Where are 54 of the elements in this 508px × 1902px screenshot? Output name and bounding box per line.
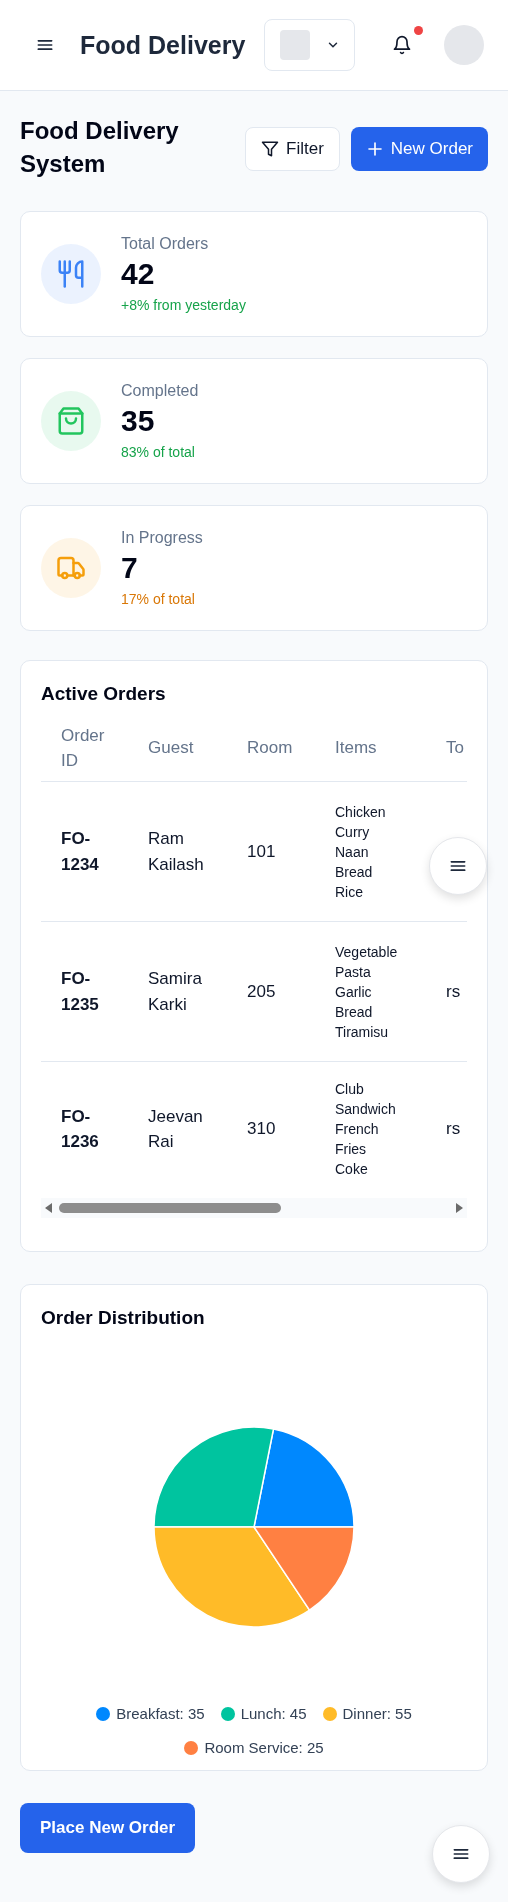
legend-label: Room Service: 25	[204, 1739, 324, 1756]
app-title: Food Delivery	[80, 30, 246, 60]
filter-button[interactable]: Filter	[245, 127, 340, 171]
table-cell: FO-1234	[41, 781, 128, 922]
stat-label: Completed	[121, 382, 199, 400]
table-cell: 205	[227, 921, 315, 1062]
stat-value: 7	[121, 551, 139, 585]
legend-label: Dinner: 55	[342, 1705, 412, 1722]
image-placeholder	[280, 30, 311, 60]
page-title: Food Delivery System	[20, 116, 180, 179]
plus-icon	[365, 140, 384, 158]
filter-icon	[261, 140, 280, 158]
column-header[interactable]: Items	[315, 715, 426, 782]
stat-note: 17% of total	[121, 591, 196, 607]
place-order-button[interactable]: Place New Order	[20, 1803, 196, 1853]
table-cell: Ram Kailash	[128, 781, 227, 922]
stat-note: +8% from yesterday	[121, 297, 246, 313]
table-cell: 310	[227, 1061, 315, 1196]
table-cell: rs	[426, 1061, 467, 1196]
stat-label: Total Orders	[121, 235, 210, 253]
legend-label: Breakfast: 35	[116, 1705, 205, 1722]
pie-slice[interactable]	[253, 1428, 355, 1528]
section-title: Order Distribution	[41, 1307, 206, 1329]
table-cell: Vegetable Pasta Garlic Bread Tiramisu	[315, 921, 426, 1062]
column-header[interactable]: Order ID	[41, 715, 128, 782]
pie-slice[interactable]	[153, 1526, 311, 1628]
horizontal-scrollbar[interactable]	[41, 1198, 467, 1218]
stat-note: 83% of total	[121, 444, 196, 460]
pie-slice[interactable]	[153, 1426, 275, 1528]
legend-label: Lunch: 45	[240, 1705, 307, 1722]
new-order-button[interactable]: New Order	[350, 127, 488, 171]
pie-slice[interactable]	[253, 1526, 355, 1611]
table-cell: Samira Karki	[128, 921, 227, 1062]
bell-icon	[392, 34, 412, 56]
stat-value: 35	[121, 404, 156, 438]
table-cell: Jeevan Rai	[128, 1061, 227, 1196]
section-title: Active Orders	[41, 683, 167, 705]
stat-label: In Progress	[121, 529, 203, 547]
table-cell: 101	[227, 781, 315, 922]
table-cell: Club Sandwich French Fries Coke	[315, 1061, 426, 1196]
menu-button[interactable]	[432, 1825, 490, 1883]
scroll-left-icon[interactable]	[45, 1203, 53, 1213]
column-header[interactable]: Room	[227, 715, 315, 782]
stat-value: 42	[121, 257, 156, 291]
column-header[interactable]: To	[426, 715, 467, 782]
fork-knife-icon	[56, 259, 86, 289]
table-cell: FO-1236	[41, 1061, 128, 1196]
table-cell: rs	[426, 921, 467, 1062]
shopping-bag-icon	[56, 406, 86, 436]
scroll-right-icon[interactable]	[455, 1203, 463, 1213]
menu-button[interactable]	[429, 837, 487, 895]
column-header[interactable]: Guest	[128, 715, 227, 782]
table-cell: FO-1235	[41, 921, 128, 1062]
table-cell: Chicken Curry Naan Bread Rice	[315, 781, 426, 922]
